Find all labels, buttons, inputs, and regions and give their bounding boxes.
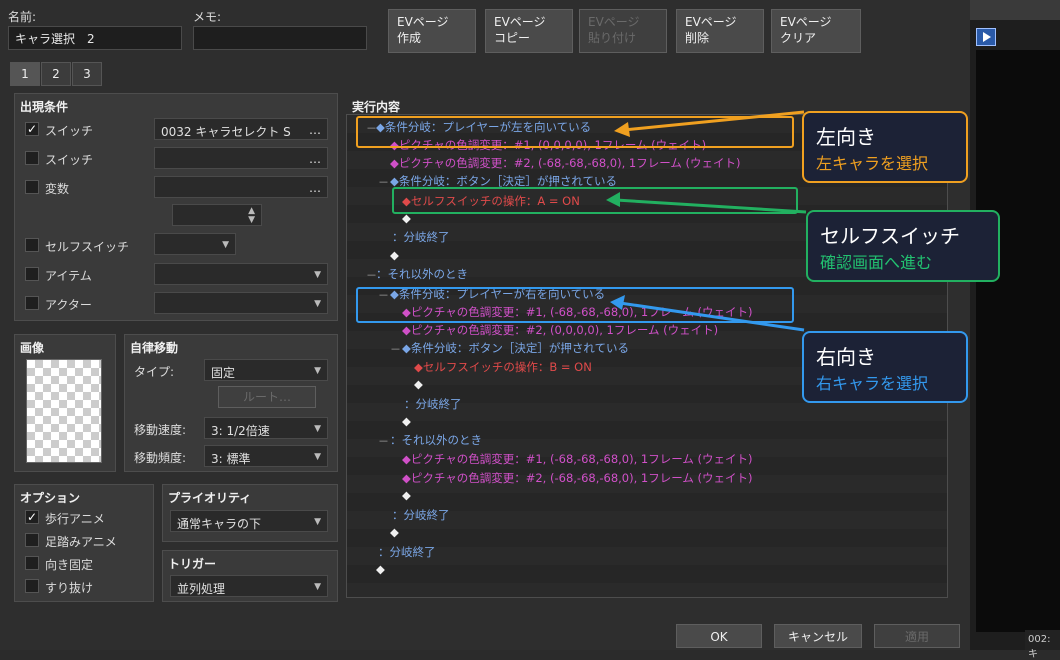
- ok-button[interactable]: OK: [676, 624, 762, 648]
- self-switch-callout: セルフスイッチ 確認画面へ進む: [806, 210, 1000, 282]
- callout-subtitle: 確認画面へ進む: [820, 253, 933, 272]
- callout-subtitle: 左キャラを選択: [816, 154, 929, 173]
- left-facing-callout: 左向き 左キャラを選択: [802, 111, 968, 183]
- cancel-button[interactable]: キャンセル: [774, 624, 862, 648]
- left-arrow-head: [614, 122, 630, 137]
- apply-button[interactable]: 適用: [874, 624, 960, 648]
- self-arrow-head: [606, 192, 620, 207]
- callout-subtitle: 右キャラを選択: [816, 374, 929, 393]
- callout-title: 左向き: [816, 125, 876, 149]
- callout-title: セルフスイッチ: [820, 224, 960, 248]
- right-arrow-head: [610, 295, 625, 310]
- callout-title: 右向き: [816, 345, 876, 369]
- annotation-arrows: [606, 110, 807, 332]
- left-arrow-line: [623, 110, 805, 132]
- right-arrow-line: [619, 301, 805, 332]
- self-arrow-line: [615, 198, 807, 214]
- right-facing-callout: 右向き 右キャラを選択: [802, 331, 968, 403]
- status-text: 002:キ: [1025, 630, 1060, 660]
